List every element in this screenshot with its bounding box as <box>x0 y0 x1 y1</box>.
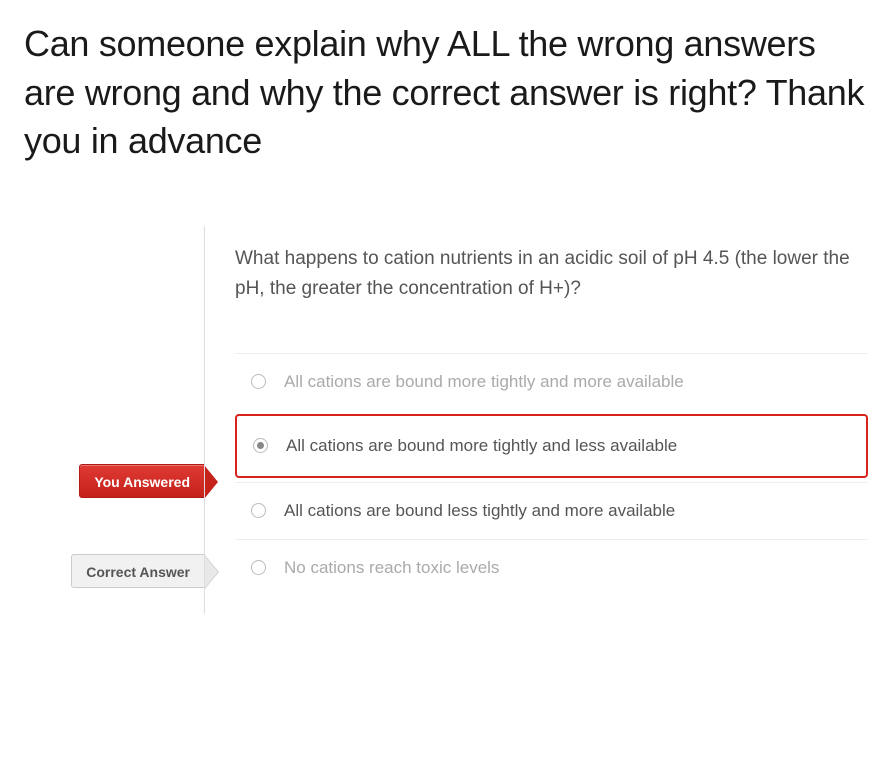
option-text: No cations reach toxic levels <box>284 558 499 578</box>
you-answered-tag: You Answered <box>79 464 205 498</box>
quiz-container: You Answered Correct Answer What happens… <box>24 226 868 614</box>
option-text: All cations are bound more tightly and m… <box>284 372 684 392</box>
quiz-content: What happens to cation nutrients in an a… <box>204 226 868 614</box>
quiz-option-selected[interactable]: All cations are bound more tightly and l… <box>235 414 868 478</box>
option-text: All cations are bound more tightly and l… <box>286 436 677 456</box>
radio-filled-icon <box>253 438 268 453</box>
option-text: All cations are bound less tightly and m… <box>284 501 675 521</box>
correct-answer-tag: Correct Answer <box>71 554 205 588</box>
radio-icon <box>251 374 266 389</box>
you-answered-label: You Answered <box>94 474 190 490</box>
quiz-option-correct[interactable]: All cations are bound less tightly and m… <box>235 482 868 539</box>
quiz-option[interactable]: All cations are bound more tightly and m… <box>235 353 868 410</box>
question-text: What happens to cation nutrients in an a… <box>235 244 868 305</box>
radio-icon <box>251 560 266 575</box>
radio-icon <box>251 503 266 518</box>
labels-column: You Answered Correct Answer <box>24 226 204 614</box>
quiz-option[interactable]: No cations reach toxic levels <box>235 539 868 596</box>
correct-answer-label: Correct Answer <box>86 564 190 580</box>
post-title: Can someone explain why ALL the wrong an… <box>24 20 868 166</box>
